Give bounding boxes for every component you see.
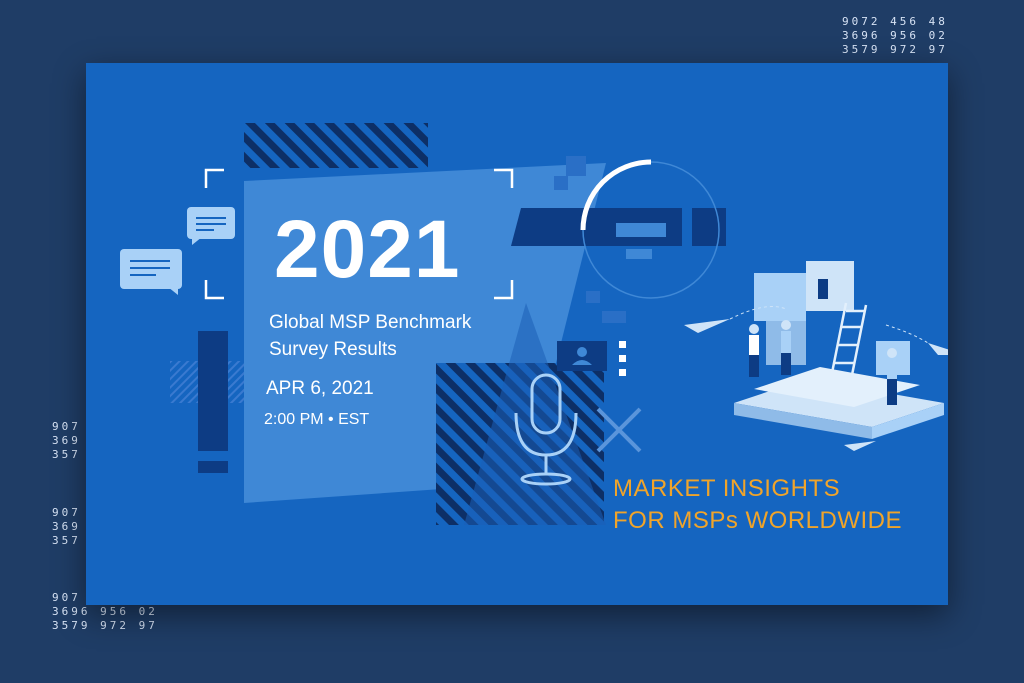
chat-bubble-icon (120, 207, 235, 295)
event-title: Global MSP Benchmark Survey Results (269, 309, 471, 363)
number-grid-left-1: 907 369 357 (52, 420, 81, 461)
vertical-dots (619, 341, 626, 376)
event-title-line-2: Survey Results (269, 339, 397, 360)
person-figure (818, 268, 828, 299)
person-figure (781, 320, 791, 375)
webinar-banner-card: 2021 Global MSP Benchmark Survey Results… (86, 63, 948, 605)
number-grid-top-1: 9072 456 48 3696 956 02 3579 972 97 (842, 15, 948, 56)
x-mark-icon (596, 407, 642, 453)
small-square (602, 311, 626, 323)
small-square (554, 176, 568, 190)
small-square (566, 156, 586, 176)
person-figure (887, 348, 897, 405)
light-bar-small (626, 249, 652, 259)
puzzle-illustration (734, 261, 944, 439)
event-tagline: MARKET INSIGHTS FOR MSPs WORLDWIDE (613, 473, 902, 537)
tagline-line-2: FOR MSPs WORLDWIDE (613, 507, 902, 534)
small-square (586, 291, 600, 303)
striped-band-top (244, 123, 428, 168)
puzzle-piece (754, 273, 806, 321)
event-time: 2:00 PM • EST (264, 411, 370, 428)
tagline-line-1: MARKET INSIGHTS (613, 475, 841, 502)
event-date: APR 6, 2021 (266, 378, 374, 399)
number-grid-left-2: 907 369 357 (52, 506, 81, 547)
user-icon (557, 341, 607, 371)
person-figure (749, 324, 759, 377)
exclamation-icon (198, 331, 228, 473)
bar-gap (682, 208, 692, 246)
event-year: 2021 (274, 204, 461, 295)
light-bar-small (616, 223, 666, 237)
event-title-line-1: Global MSP Benchmark (269, 312, 472, 333)
